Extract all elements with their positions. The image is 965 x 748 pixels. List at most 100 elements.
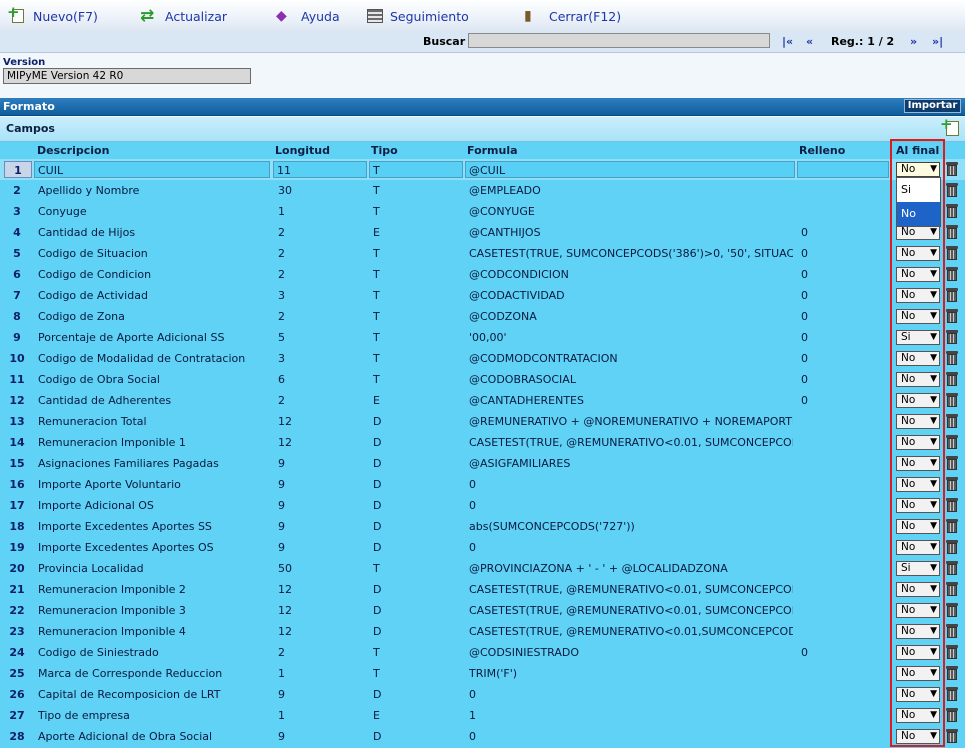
trash-can-icon[interactable] <box>945 560 959 576</box>
trash-can-icon[interactable] <box>945 266 959 282</box>
relleno-input[interactable] <box>797 161 889 178</box>
table-row[interactable]: 13 Remuneracion Total 12 D @REMUNERATIVO + @… <box>0 411 965 432</box>
pager-prev-button[interactable]: « <box>806 35 813 48</box>
al-final-select[interactable]: No ▼ <box>896 498 940 513</box>
table-row[interactable]: 7 Codigo de Actividad 3 T @CODACTIVIDAD 0 No ▼ <box>0 285 965 306</box>
al-final-select[interactable]: No ▼ <box>896 687 940 702</box>
al-final-select[interactable]: No ▼ <box>896 414 940 429</box>
table-row[interactable]: 27 Tipo de empresa 1 E 1 No ▼ <box>0 705 965 726</box>
trash-can-icon[interactable] <box>945 329 959 345</box>
al-final-select[interactable]: No ▼ <box>896 267 940 282</box>
al-final-select[interactable]: No ▼ <box>896 456 940 471</box>
table-row[interactable]: 9 Porcentaje de Aporte Adicional SS 5 T '00,… <box>0 327 965 348</box>
al-final-select[interactable]: No ▼ <box>896 624 940 639</box>
table-row[interactable]: 28 Aporte Adicional de Obra Social 9 D 0 No ▼ <box>0 726 965 747</box>
trash-can-icon[interactable] <box>945 581 959 597</box>
trash-can-icon[interactable] <box>945 392 959 408</box>
table-row[interactable]: 17 Importe Adicional OS 9 D 0 No ▼ <box>0 495 965 516</box>
table-row[interactable]: 3Conyuge1T@CONYUGENo▼ <box>0 201 965 222</box>
al-final-select[interactable]: Si ▼ <box>896 561 940 576</box>
table-row[interactable]: 23 Remuneracion Imponible 4 12 D CASETEST(TR… <box>0 621 965 642</box>
trash-can-icon[interactable] <box>945 644 959 660</box>
trash-can-icon[interactable] <box>945 728 959 744</box>
table-row[interactable]: 4 Cantidad de Hijos 2 E @CANTHIJOS 0 No ▼ <box>0 222 965 243</box>
trash-can-icon[interactable] <box>945 665 959 681</box>
table-row[interactable]: 8 Codigo de Zona 2 T @CODZONA 0 No ▼ <box>0 306 965 327</box>
trash-can-icon[interactable] <box>945 413 959 429</box>
refresh-button[interactable]: ⇄ Actualizar <box>140 7 227 25</box>
trash-can-icon[interactable] <box>945 203 959 219</box>
new-button[interactable]: Nuevo(F7) <box>6 3 98 25</box>
trash-can-icon[interactable] <box>945 245 959 261</box>
table-row[interactable]: 25 Marca de Corresponde Reduccion 1 T TRIM('… <box>0 663 965 684</box>
al-final-select[interactable]: No ▼ <box>896 288 940 303</box>
table-row[interactable]: 2Apellido y Nombre30T@EMPLEADONo▼ <box>0 180 965 201</box>
tracking-button[interactable]: Seguimiento <box>367 7 469 25</box>
al-final-select[interactable]: No ▼ <box>896 645 940 660</box>
table-row[interactable]: 5 Codigo de Situacion 2 T CASETEST(TRUE, SUM… <box>0 243 965 264</box>
table-row[interactable]: 11 Codigo de Obra Social 6 T @CODOBRASOCIAL 0… <box>0 369 965 390</box>
al-final-select[interactable]: No ▼ <box>896 729 940 744</box>
longitud-input[interactable]: 11 <box>273 161 367 178</box>
al-final-select[interactable]: No ▼ <box>896 519 940 534</box>
trash-can-icon[interactable] <box>945 308 959 324</box>
al-final-select[interactable]: No ▼ <box>896 603 940 618</box>
al-final-select[interactable]: No ▼ <box>896 582 940 597</box>
dropdown-option-no[interactable]: No <box>897 202 940 226</box>
table-row[interactable]: 10 Codigo de Modalidad de Contratacion 3 T @… <box>0 348 965 369</box>
trash-can-icon[interactable] <box>945 434 959 450</box>
trash-can-icon[interactable] <box>945 539 959 555</box>
al-final-select[interactable]: No ▼ <box>896 540 940 555</box>
table-row[interactable]: 24 Codigo de Siniestrado 2 T @CODSINIESTRADO… <box>0 642 965 663</box>
table-row[interactable]: 20 Provincia Localidad 50 T @PROVINCIAZONA +… <box>0 558 965 579</box>
trash-can-icon[interactable] <box>945 161 959 177</box>
al-final-select[interactable]: No ▼ <box>896 708 940 723</box>
al-final-select[interactable]: No ▼ <box>896 162 940 177</box>
trash-can-icon[interactable] <box>945 371 959 387</box>
al-final-select[interactable]: No ▼ <box>896 477 940 492</box>
al-final-select[interactable]: No ▼ <box>896 666 940 681</box>
trash-can-icon[interactable] <box>945 350 959 366</box>
trash-can-icon[interactable] <box>945 476 959 492</box>
table-row[interactable]: 19 Importe Excedentes Aportes OS 9 D 0 No ▼ <box>0 537 965 558</box>
pager-next-button[interactable]: » <box>910 35 917 48</box>
trash-can-icon[interactable] <box>945 623 959 639</box>
import-button[interactable]: Importar <box>904 99 961 113</box>
trash-can-icon[interactable] <box>945 497 959 513</box>
table-row[interactable]: 16 Importe Aporte Voluntario 9 D 0 No ▼ <box>0 474 965 495</box>
trash-can-icon[interactable] <box>945 707 959 723</box>
table-row[interactable]: 26 Capital de Recomposicion de LRT 9 D 0 No ▼ <box>0 684 965 705</box>
descripcion-input[interactable]: CUIL <box>34 161 270 178</box>
trash-can-icon[interactable] <box>945 224 959 240</box>
add-field-icon[interactable] <box>940 115 959 136</box>
table-row[interactable]: 12 Cantidad de Adherentes 2 E @CANTADHERENTE… <box>0 390 965 411</box>
table-row[interactable]: 15 Asignaciones Familiares Pagadas 9 D @ASIG… <box>0 453 965 474</box>
trash-can-icon[interactable] <box>945 686 959 702</box>
table-row[interactable]: 14 Remuneracion Imponible 1 12 D CASETEST(TR… <box>0 432 965 453</box>
table-row[interactable]: 6 Codigo de Condicion 2 T @CODCONDICION 0 No ▼ <box>0 264 965 285</box>
help-button[interactable]: ◆ Ayuda <box>276 7 340 25</box>
al-final-select[interactable]: No ▼ <box>896 435 940 450</box>
pager-last-button[interactable]: »| <box>932 35 943 48</box>
table-row[interactable]: 22 Remuneracion Imponible 3 12 D CASETEST(TR… <box>0 600 965 621</box>
al-final-select[interactable]: No ▼ <box>896 309 940 324</box>
trash-can-icon[interactable] <box>945 455 959 471</box>
table-row[interactable]: 18 Importe Excedentes Aportes SS 9 Dabs(SUM… <box>0 516 965 537</box>
search-input[interactable] <box>468 33 770 48</box>
table-row[interactable]: 1 CUIL 11 T @CUIL No ▼ <box>0 159 965 180</box>
al-final-select[interactable]: No ▼ <box>896 225 940 240</box>
trash-can-icon[interactable] <box>945 602 959 618</box>
al-final-select[interactable]: No ▼ <box>896 246 940 261</box>
al-final-select[interactable]: No ▼ <box>896 351 940 366</box>
version-field[interactable]: MIPyME Version 42 R0 <box>3 68 251 84</box>
al-final-select[interactable]: Si ▼ <box>896 330 940 345</box>
trash-can-icon[interactable] <box>945 182 959 198</box>
trash-can-icon[interactable] <box>945 518 959 534</box>
close-button[interactable]: ▮ Cerrar(F12) <box>524 7 621 25</box>
pager-first-button[interactable]: |« <box>782 35 793 48</box>
formula-input[interactable]: @CUIL <box>465 161 795 178</box>
tipo-input[interactable]: T <box>369 161 463 178</box>
dropdown-option-si[interactable]: Si <box>897 178 940 202</box>
al-final-select[interactable]: No ▼ <box>896 372 940 387</box>
table-row[interactable]: 21 Remuneracion Imponible 2 12 D CASETEST(T… <box>0 579 965 600</box>
